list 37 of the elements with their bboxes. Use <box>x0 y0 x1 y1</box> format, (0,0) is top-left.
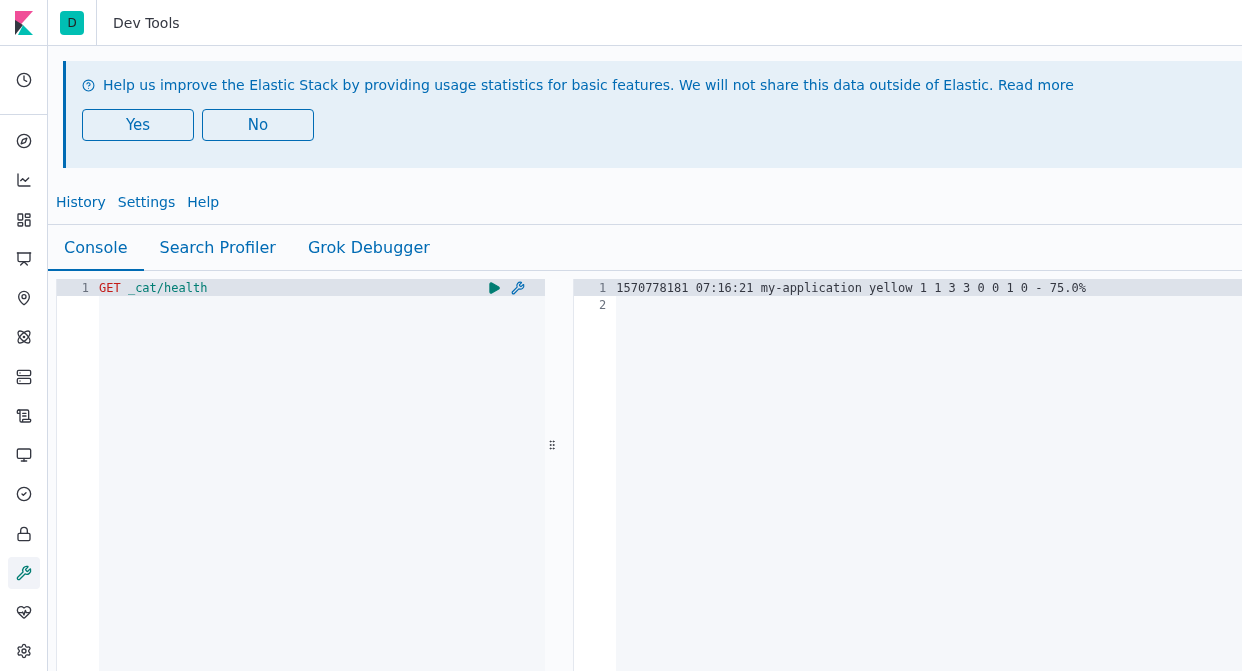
line-number: 1 <box>80 280 90 295</box>
app-icon <box>15 290 32 307</box>
code-line: GET _cat/health <box>99 280 209 295</box>
app-icon <box>15 447 32 464</box>
tab[interactable]: Grok Debugger <box>291 225 446 271</box>
help-icon <box>82 78 95 92</box>
app-icon <box>15 329 32 346</box>
top-link[interactable]: Settings <box>117 194 176 210</box>
settings-icon <box>15 643 32 660</box>
app-icon <box>15 250 32 267</box>
page-title: Dev Tools <box>113 14 180 31</box>
request-editor[interactable]: 1 GET _cat/health <box>56 279 546 671</box>
app-icon <box>15 407 32 424</box>
space-avatar[interactable]: D <box>60 10 84 35</box>
app-icon <box>15 133 32 149</box>
read-more-link[interactable]: Read more <box>997 77 1074 93</box>
app-icon <box>15 172 32 189</box>
code-line: 1570778181 07:16:21 my-application yellow 1 1 3 3 0 0 1 0 - 75.0% <box>616 280 1087 295</box>
app-icon <box>15 368 32 385</box>
line-number: 1 <box>598 280 608 295</box>
wrench-icon <box>15 564 32 581</box>
app-icon <box>15 486 32 503</box>
tab[interactable]: Search Profiler <box>143 225 292 271</box>
banner-button[interactable]: Yes <box>82 109 194 141</box>
wrench-icon[interactable] <box>511 280 526 295</box>
logo-icon <box>14 10 33 35</box>
clock-icon <box>15 72 32 89</box>
banner-message: Help us improve the Elastic Stack by providing usage statistics for basic features. We will not share this data outside of Elastic. Read more <box>82 77 1242 93</box>
app-icon <box>15 604 32 621</box>
line-number: 2 <box>598 297 608 312</box>
banner-button[interactable]: No <box>202 109 314 141</box>
app-icon <box>15 525 32 542</box>
tab[interactable]: Console <box>48 225 144 271</box>
play-icon[interactable] <box>487 280 502 295</box>
top-link[interactable]: Help <box>187 194 220 210</box>
app-icon <box>15 211 32 228</box>
top-link[interactable]: History <box>56 194 106 210</box>
